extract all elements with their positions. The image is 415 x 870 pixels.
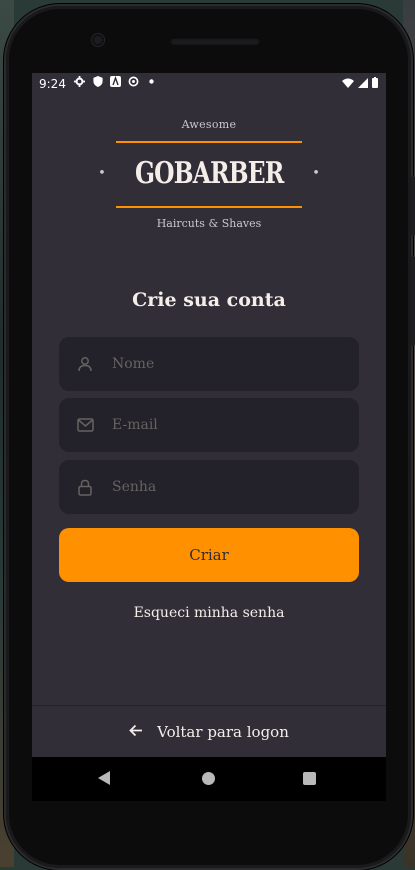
logo-wordmark: • GOBARBER •	[98, 153, 320, 193]
sync-icon	[128, 76, 139, 87]
user-icon	[76, 355, 94, 373]
battery-icon	[372, 77, 378, 91]
gobarber-logo: Awesome • GOBARBER • Haircuts & Shaves	[98, 118, 320, 236]
password-field[interactable]	[59, 460, 359, 514]
logo-dot-left: •	[98, 165, 106, 181]
dot-icon	[146, 76, 157, 87]
back-to-logon-label: Voltar para logon	[157, 723, 289, 741]
status-time: 9:24	[39, 77, 66, 91]
android-nav-bar	[32, 757, 386, 801]
logo-rule-bottom	[116, 206, 302, 208]
email-field[interactable]	[59, 398, 359, 452]
wifi-icon	[342, 77, 354, 91]
volume-button	[411, 256, 415, 346]
logo-tagline-top: Awesome	[181, 118, 237, 131]
recents-icon[interactable]	[303, 772, 316, 785]
app-screen: 9:24 Awesome • GOBARBER • Haircuts & Sha…	[32, 73, 386, 757]
gear-icon	[74, 76, 85, 87]
page-title: Crie sua conta	[132, 289, 286, 311]
name-field[interactable]	[59, 337, 359, 391]
logo-brand: GOBARBER	[134, 155, 284, 191]
shield-icon	[92, 76, 103, 87]
password-input[interactable]	[110, 478, 344, 496]
a-icon	[110, 76, 121, 87]
forgot-password-link[interactable]: Esqueci minha senha	[32, 605, 386, 621]
logo-rule-top	[116, 141, 302, 143]
lock-icon	[76, 478, 94, 496]
mail-icon	[76, 416, 94, 434]
name-input[interactable]	[110, 355, 344, 373]
signal-icon	[358, 77, 368, 91]
back-to-logon-button[interactable]: Voltar para logon	[32, 705, 386, 757]
earpiece-speaker	[170, 37, 260, 45]
email-input[interactable]	[110, 416, 344, 434]
arrow-left-icon	[129, 723, 143, 741]
status-bar: 9:24	[32, 73, 386, 95]
front-camera	[92, 34, 104, 46]
logo-tagline-bottom: Haircuts & Shaves	[156, 217, 262, 230]
create-account-button[interactable]: Criar	[59, 528, 359, 582]
status-left-icons	[74, 76, 157, 87]
status-right-icons	[342, 77, 378, 91]
power-button	[411, 176, 415, 236]
back-icon[interactable]	[98, 771, 110, 785]
home-icon[interactable]	[202, 772, 215, 785]
logo-dot-right: •	[312, 165, 320, 181]
